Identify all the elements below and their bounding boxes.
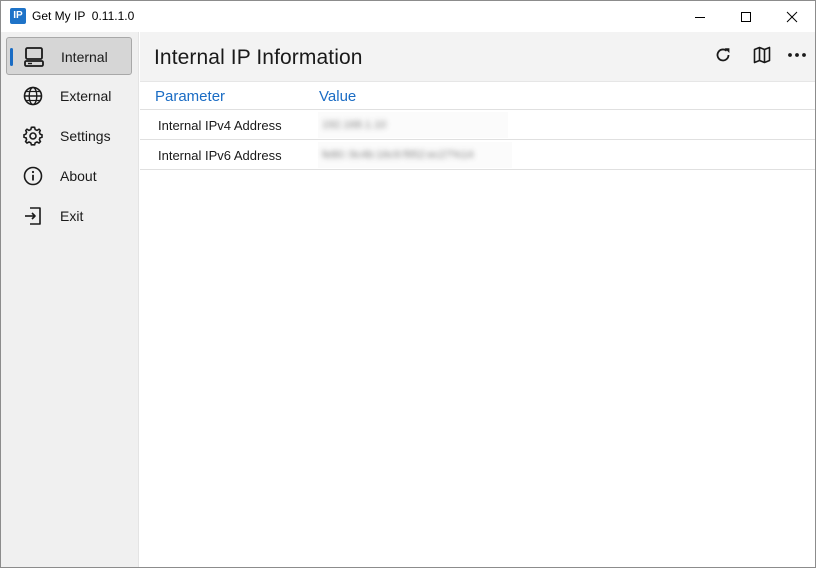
value-cell[interactable]: fe80::9c4b:16c9:f952:ec27%14 bbox=[322, 149, 474, 161]
maximize-button[interactable] bbox=[723, 1, 769, 32]
page-header: Internal IP Information bbox=[140, 32, 815, 82]
gear-icon bbox=[22, 125, 44, 147]
parameter-cell: Internal IPv4 Address bbox=[158, 118, 282, 133]
info-icon bbox=[22, 165, 44, 187]
computer-icon bbox=[23, 46, 45, 68]
sidebar-item-label: Settings bbox=[60, 128, 111, 144]
title-bar[interactable]: IP Get My IP 0.11.1.0 bbox=[1, 1, 815, 32]
refresh-button[interactable] bbox=[711, 45, 735, 69]
minimize-button[interactable] bbox=[677, 1, 723, 32]
sidebar-item-exit[interactable]: Exit bbox=[6, 197, 132, 235]
sidebar-item-internal[interactable]: Internal bbox=[6, 37, 132, 75]
map-icon bbox=[752, 45, 772, 70]
more-options-button[interactable] bbox=[785, 45, 809, 69]
globe-icon bbox=[22, 85, 44, 107]
active-indicator bbox=[10, 48, 13, 66]
sidebar-item-label: Exit bbox=[60, 208, 84, 224]
table-row[interactable]: Internal IPv6 Address fe80::9c4b:16c9:f9… bbox=[140, 140, 815, 170]
sidebar-item-label: Internal bbox=[61, 49, 108, 65]
sidebar: Internal External Settings About Exit bbox=[1, 32, 139, 567]
parameter-cell: Internal IPv6 Address bbox=[158, 148, 282, 163]
sidebar-item-label: About bbox=[60, 168, 97, 184]
exit-icon bbox=[22, 205, 44, 227]
sidebar-item-label: External bbox=[60, 88, 112, 104]
page-title: Internal IP Information bbox=[154, 46, 363, 69]
table-header: Parameter Value bbox=[140, 82, 815, 110]
close-button[interactable] bbox=[769, 1, 815, 32]
maximize-icon bbox=[741, 11, 751, 22]
refresh-icon bbox=[713, 45, 733, 70]
minimize-icon bbox=[695, 16, 705, 18]
main-panel: Internal IP Information Parameter Value … bbox=[140, 32, 815, 567]
ip-info-table: Parameter Value Internal IPv4 Address 19… bbox=[140, 82, 815, 170]
more-icon bbox=[787, 45, 807, 70]
sidebar-item-external[interactable]: External bbox=[6, 77, 132, 115]
sidebar-item-about[interactable]: About bbox=[6, 157, 132, 195]
close-icon bbox=[786, 11, 798, 22]
sidebar-item-settings[interactable]: Settings bbox=[6, 117, 132, 155]
column-header-value[interactable]: Value bbox=[319, 88, 356, 105]
table-row[interactable]: Internal IPv4 Address 192.168.1.10 bbox=[140, 110, 815, 140]
map-button[interactable] bbox=[750, 45, 774, 69]
app-icon: IP bbox=[10, 8, 26, 24]
column-header-parameter[interactable]: Parameter bbox=[155, 88, 225, 105]
window-title: Get My IP 0.11.1.0 bbox=[32, 9, 135, 23]
value-cell[interactable]: 192.168.1.10 bbox=[322, 119, 386, 131]
app-window: IP Get My IP 0.11.1.0 Internal External … bbox=[0, 0, 816, 568]
